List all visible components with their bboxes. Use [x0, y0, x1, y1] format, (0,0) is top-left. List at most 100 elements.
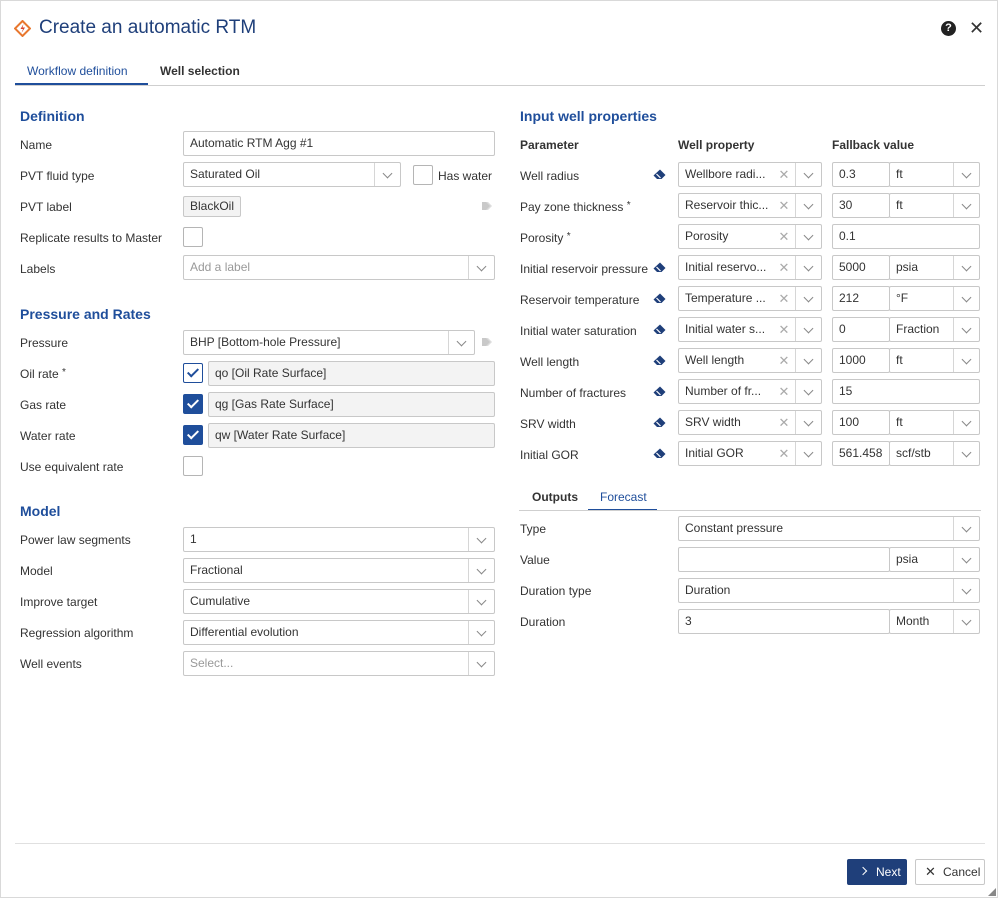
fallback-unit-select[interactable]: °F: [889, 286, 980, 311]
pressure-label: Pressure: [20, 336, 69, 350]
clear-icon[interactable]: ✕: [775, 256, 793, 279]
name-label: Name: [20, 138, 53, 152]
fallback-value-input[interactable]: 30: [832, 193, 890, 218]
water-rate-label: Water rate: [20, 429, 76, 443]
duration-unit-select[interactable]: Month: [889, 609, 980, 634]
fallback-unit-value: ft: [896, 198, 903, 212]
chevron-down-icon: [953, 256, 979, 279]
col-well-property-header: Well property: [678, 138, 755, 152]
has-water-checkbox[interactable]: [413, 165, 433, 185]
clear-icon[interactable]: ✕: [775, 225, 793, 248]
clear-icon[interactable]: ✕: [775, 380, 793, 403]
fallback-unit-select[interactable]: ft: [889, 193, 980, 218]
parameter-label: Initial reservoir pressure: [520, 262, 649, 276]
fallback-value-input[interactable]: 15: [832, 379, 980, 404]
clear-icon[interactable]: ✕: [775, 411, 793, 434]
pvt-fluid-type-select[interactable]: Saturated Oil: [183, 162, 401, 187]
tab-well-selection[interactable]: Well selection: [160, 64, 240, 78]
well-property-select[interactable]: Reservoir thic... ✕: [678, 193, 822, 218]
regression-label: Regression algorithm: [20, 626, 134, 640]
duration-type-select[interactable]: Duration: [678, 578, 980, 603]
clear-icon[interactable]: ✕: [775, 287, 793, 310]
gas-rate-checkbox[interactable]: [183, 394, 203, 414]
fallback-value-input[interactable]: 212: [832, 286, 890, 311]
name-input[interactable]: Automatic RTM Agg #1: [183, 131, 495, 156]
fallback-unit-select[interactable]: ft: [889, 162, 980, 187]
help-icon[interactable]: ?: [941, 21, 956, 36]
fallback-value-input[interactable]: 0: [832, 317, 890, 342]
well-property-select[interactable]: SRV width ✕: [678, 410, 822, 435]
labels-label: Labels: [20, 262, 56, 276]
clear-icon[interactable]: ✕: [775, 194, 793, 217]
clear-icon[interactable]: ✕: [775, 442, 793, 465]
eraser-icon[interactable]: [653, 386, 666, 397]
pvt-label-tag[interactable]: BlackOil: [183, 196, 242, 217]
water-rate-checkbox[interactable]: [183, 425, 203, 445]
forecast-type-label: Type: [520, 522, 547, 536]
eraser-icon[interactable]: [653, 169, 666, 180]
close-icon: ✕: [925, 864, 936, 879]
duration-input[interactable]: 3: [678, 609, 890, 634]
subtab-forecast[interactable]: Forecast: [600, 490, 647, 504]
fallback-unit-select[interactable]: ft: [889, 410, 980, 435]
oil-rate-checkbox[interactable]: [183, 363, 203, 383]
fallback-value-input[interactable]: 0.3: [832, 162, 890, 187]
close-icon[interactable]: ✕: [969, 18, 984, 38]
eraser-icon[interactable]: [653, 355, 666, 366]
chevron-down-icon: [953, 349, 979, 372]
next-button[interactable]: Next: [847, 859, 907, 885]
parameter-label: Well length: [520, 355, 580, 369]
well-property-select[interactable]: Wellbore radi... ✕: [678, 162, 822, 187]
forecast-value-input[interactable]: [678, 547, 890, 572]
well-property-select[interactable]: Well length ✕: [678, 348, 822, 373]
well-property-select[interactable]: Porosity ✕: [678, 224, 822, 249]
fallback-value-input[interactable]: 561.458: [832, 441, 890, 466]
subtab-outputs[interactable]: Outputs: [532, 490, 578, 504]
forecast-type-select[interactable]: Constant pressure: [678, 516, 980, 541]
fallback-value-input[interactable]: 5000: [832, 255, 890, 280]
well-property-select[interactable]: Initial reservo... ✕: [678, 255, 822, 280]
eraser-icon[interactable]: [653, 448, 666, 459]
resize-grip-icon[interactable]: [988, 888, 996, 896]
well-events-select[interactable]: Select...: [183, 651, 495, 676]
pressure-select[interactable]: BHP [Bottom-hole Pressure]: [183, 330, 475, 355]
fallback-value-input[interactable]: 100: [832, 410, 890, 435]
gas-rate-field: qg [Gas Rate Surface]: [208, 392, 495, 417]
well-property-select[interactable]: Initial GOR ✕: [678, 441, 822, 466]
power-law-select[interactable]: 1: [183, 527, 495, 552]
replicate-checkbox[interactable]: [183, 227, 203, 247]
section-input-well-title: Input well properties: [520, 108, 657, 124]
chevron-down-icon: [953, 579, 979, 602]
chevron-down-icon: [468, 559, 494, 582]
regression-select[interactable]: Differential evolution: [183, 620, 495, 645]
eraser-icon[interactable]: [653, 417, 666, 428]
eraser-icon[interactable]: [653, 324, 666, 335]
tag-icon[interactable]: [481, 337, 494, 347]
cancel-button[interactable]: ✕ Cancel: [915, 859, 985, 885]
eraser-icon[interactable]: [653, 262, 666, 273]
well-property-select[interactable]: Initial water s... ✕: [678, 317, 822, 342]
chevron-down-icon: [953, 442, 979, 465]
chevron-down-icon: [468, 590, 494, 613]
fallback-unit-select[interactable]: psia: [889, 255, 980, 280]
fallback-value-input[interactable]: 0.1: [832, 224, 980, 249]
clear-icon[interactable]: ✕: [775, 318, 793, 341]
model-select[interactable]: Fractional: [183, 558, 495, 583]
fallback-unit-select[interactable]: Fraction: [889, 317, 980, 342]
tag-icon[interactable]: [481, 201, 494, 211]
eraser-icon[interactable]: [653, 293, 666, 304]
fallback-value-input[interactable]: 1000: [832, 348, 890, 373]
forecast-value-unit-select[interactable]: psia: [889, 547, 980, 572]
well-property-select[interactable]: Number of fr... ✕: [678, 379, 822, 404]
equivalent-rate-checkbox[interactable]: [183, 456, 203, 476]
fallback-unit-select[interactable]: ft: [889, 348, 980, 373]
improve-target-select[interactable]: Cumulative: [183, 589, 495, 614]
subtab-divider: [519, 510, 981, 511]
labels-select[interactable]: Add a label: [183, 255, 495, 280]
gas-rate-label: Gas rate: [20, 398, 67, 412]
clear-icon[interactable]: ✕: [775, 349, 793, 372]
well-property-select[interactable]: Temperature ... ✕: [678, 286, 822, 311]
clear-icon[interactable]: ✕: [775, 163, 793, 186]
fallback-unit-select[interactable]: scf/stb: [889, 441, 980, 466]
tab-workflow-definition[interactable]: Workflow definition: [27, 64, 128, 78]
